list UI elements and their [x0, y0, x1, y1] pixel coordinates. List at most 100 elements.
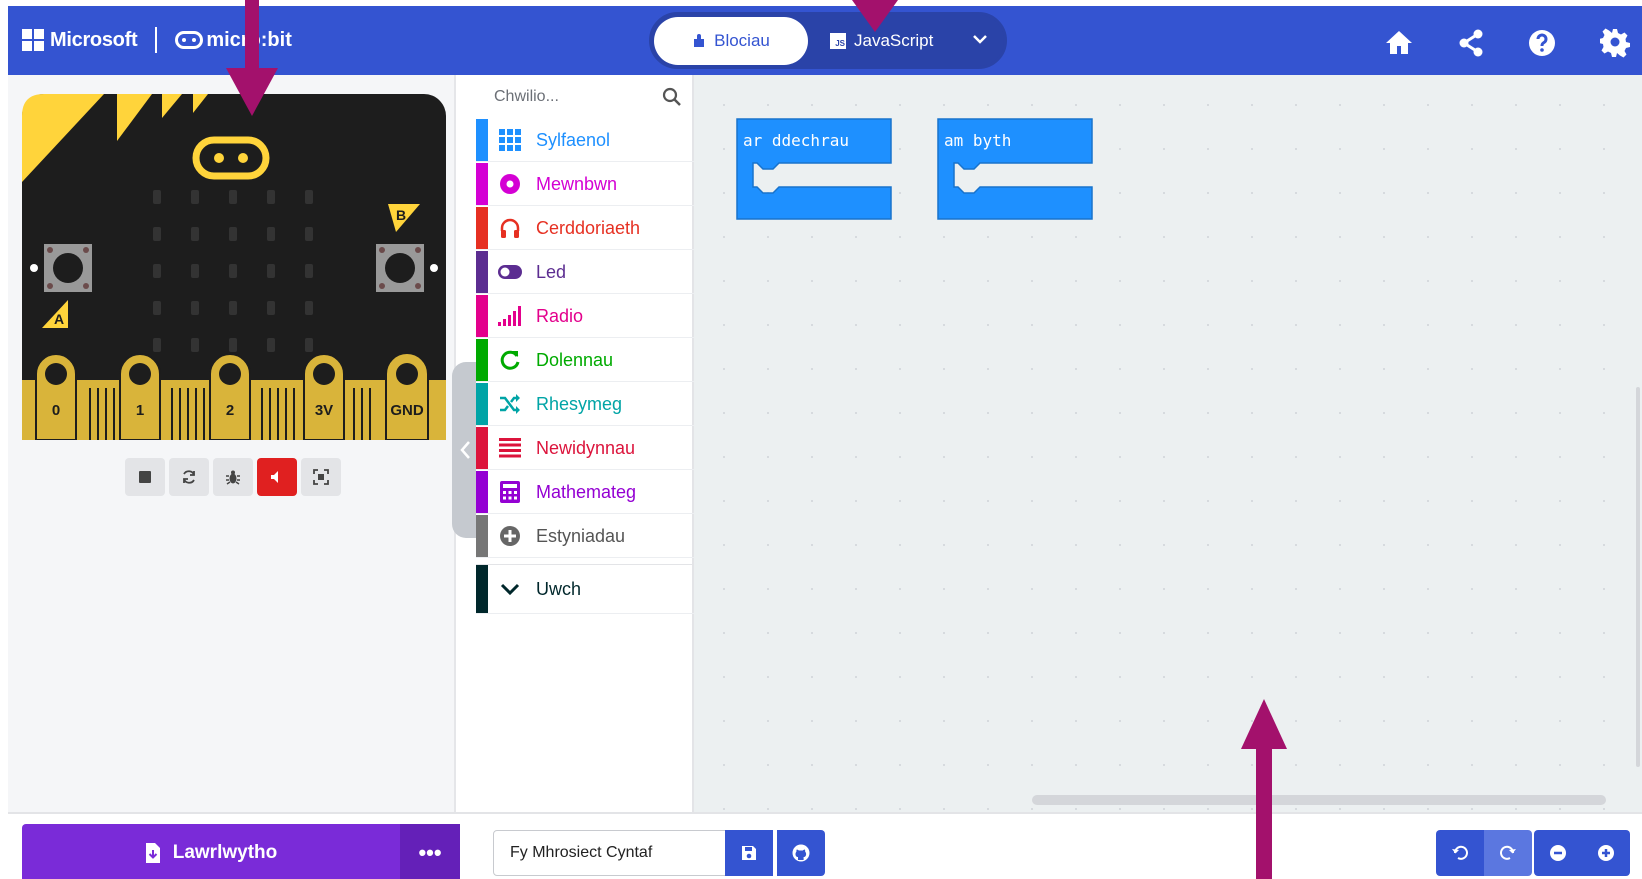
brand-microsoft-text: Microsoft: [50, 28, 138, 51]
share-icon[interactable]: [1456, 28, 1486, 58]
brand[interactable]: Microsoft micro:bit: [22, 26, 292, 54]
github-button[interactable]: [777, 830, 825, 876]
category-color-bar: [476, 207, 488, 249]
pin-1-label: 1: [136, 402, 144, 419]
category-color-bar: [476, 515, 488, 557]
more-options-label: •••: [418, 839, 442, 865]
category-color-bar: [476, 565, 488, 613]
blocks-mode-label: Blociau: [714, 31, 770, 50]
pin-3v-label: 3V: [315, 402, 333, 419]
search-icon[interactable]: [662, 87, 682, 107]
more-options-button[interactable]: •••: [400, 824, 460, 879]
button-b-label: B: [396, 207, 406, 223]
category-color-bar: [476, 119, 488, 161]
category-label: Radio: [536, 305, 584, 326]
restart-icon: [183, 470, 195, 484]
category-estyniadau[interactable]: Estyniadau: [476, 515, 694, 558]
category-label: Dolennau: [536, 349, 614, 370]
shuffle-icon: [498, 392, 522, 416]
zoom-out-icon: [1550, 845, 1566, 861]
chevron-down-icon[interactable]: [970, 29, 990, 49]
pin-gnd-label: GND: [390, 402, 424, 419]
category-label: Sylfaenol: [536, 129, 611, 150]
github-icon: [792, 844, 810, 862]
download-button[interactable]: Lawrlwytho: [22, 824, 400, 879]
pin-2-label: 2: [226, 402, 234, 419]
category-led[interactable]: Led: [476, 251, 694, 294]
calculator-icon: [498, 480, 522, 504]
forever-block[interactable]: am byth: [936, 117, 1094, 221]
debug-button[interactable]: [213, 458, 253, 496]
button-a-label: A: [54, 311, 64, 327]
category-radio[interactable]: Radio: [476, 295, 694, 338]
category-uwch[interactable]: Uwch: [476, 564, 694, 614]
microsoft-logo-icon: [22, 29, 44, 51]
collapse-simulator-handle[interactable]: [452, 362, 478, 538]
toolbox-search[interactable]: Chwilio...: [476, 75, 694, 119]
category-label: Mathemateg: [536, 481, 637, 502]
help-icon[interactable]: [1527, 28, 1557, 58]
brand-divider: [155, 27, 158, 53]
save-button[interactable]: [725, 830, 773, 876]
input-circle-icon: [498, 172, 522, 196]
download-file-icon: [145, 842, 160, 863]
top-menu-bar: Microsoft micro:bit Blociau JS JavaScrip…: [8, 6, 1642, 75]
fullscreen-button[interactable]: [301, 458, 341, 496]
category-color-bar: [476, 251, 488, 293]
redo-button[interactable]: [1484, 830, 1532, 876]
microbit-simulator-board[interactable]: A B 0 1 2 3V GND: [22, 94, 446, 440]
category-color-bar: [476, 163, 488, 205]
on-start-block-label: ar ddechrau: [743, 131, 849, 150]
home-icon[interactable]: [1384, 28, 1414, 58]
javascript-mode-label: JavaScript: [854, 31, 934, 50]
stop-button[interactable]: [125, 458, 165, 496]
javascript-mode-button[interactable]: JS JavaScript: [824, 17, 964, 65]
category-label: Estyniadau: [536, 525, 626, 546]
category-color-bar: [476, 427, 488, 469]
plus-circle-icon: [498, 524, 522, 548]
on-start-block[interactable]: ar ddechrau: [735, 117, 893, 221]
toggle-icon: [498, 260, 522, 284]
category-label: Uwch: [536, 578, 582, 599]
microbit-logo-icon: [175, 31, 204, 49]
category-color-bar: [476, 339, 488, 381]
category-mathemateg[interactable]: Mathemateg: [476, 471, 694, 514]
zoom-in-button[interactable]: [1582, 830, 1630, 876]
category-dolennau[interactable]: Dolennau: [476, 339, 694, 382]
undo-button[interactable]: [1436, 830, 1484, 876]
fullscreen-icon: [313, 469, 329, 485]
forever-block-label: am byth: [944, 131, 1012, 150]
project-name-input[interactable]: [493, 830, 733, 876]
puzzle-piece-icon: [694, 34, 705, 47]
debug-icon: [226, 470, 240, 485]
category-label: Cerddoriaeth: [536, 217, 641, 238]
zoom-in-icon: [1598, 845, 1614, 861]
redo-icon: [1500, 845, 1516, 860]
category-mewnbwn[interactable]: Mewnbwn: [476, 163, 694, 206]
blocks-workspace[interactable]: ar ddechrau am byth: [694, 75, 1642, 812]
search-input[interactable]: Chwilio...: [494, 88, 559, 106]
category-cerddoriaeth[interactable]: Cerddoriaeth: [476, 207, 694, 250]
vertical-scrollbar[interactable]: [1636, 387, 1640, 767]
category-color-bar: [476, 295, 488, 337]
simulator-panel: A B 0 1 2 3V GND: [8, 75, 456, 812]
loop-icon: [498, 348, 522, 372]
chevron-down-icon: [498, 577, 522, 601]
stop-icon: [139, 471, 151, 483]
pin-0-label: 0: [52, 402, 60, 419]
category-sylfaenol[interactable]: Sylfaenol: [476, 119, 694, 162]
blocks-mode-button[interactable]: Blociau: [654, 17, 808, 65]
restart-button[interactable]: [169, 458, 209, 496]
block-toolbox: Chwilio... Sylfaenol Mewnbwn Cerddoriaet…: [476, 75, 694, 812]
category-newidynnau[interactable]: Newidynnau: [476, 427, 694, 470]
mute-button[interactable]: [257, 458, 297, 496]
list-lines-icon: [498, 436, 522, 460]
zoom-out-button[interactable]: [1534, 830, 1582, 876]
category-rhesymeg[interactable]: Rhesymeg: [476, 383, 694, 426]
editor-mode-toggle: Blociau JS JavaScript: [649, 12, 1007, 69]
category-color-bar: [476, 471, 488, 513]
settings-icon[interactable]: [1600, 28, 1630, 58]
brand-microbit-text: micro:bit: [206, 28, 292, 51]
chevron-left-icon: [460, 441, 470, 459]
horizontal-scrollbar[interactable]: [1032, 795, 1606, 805]
